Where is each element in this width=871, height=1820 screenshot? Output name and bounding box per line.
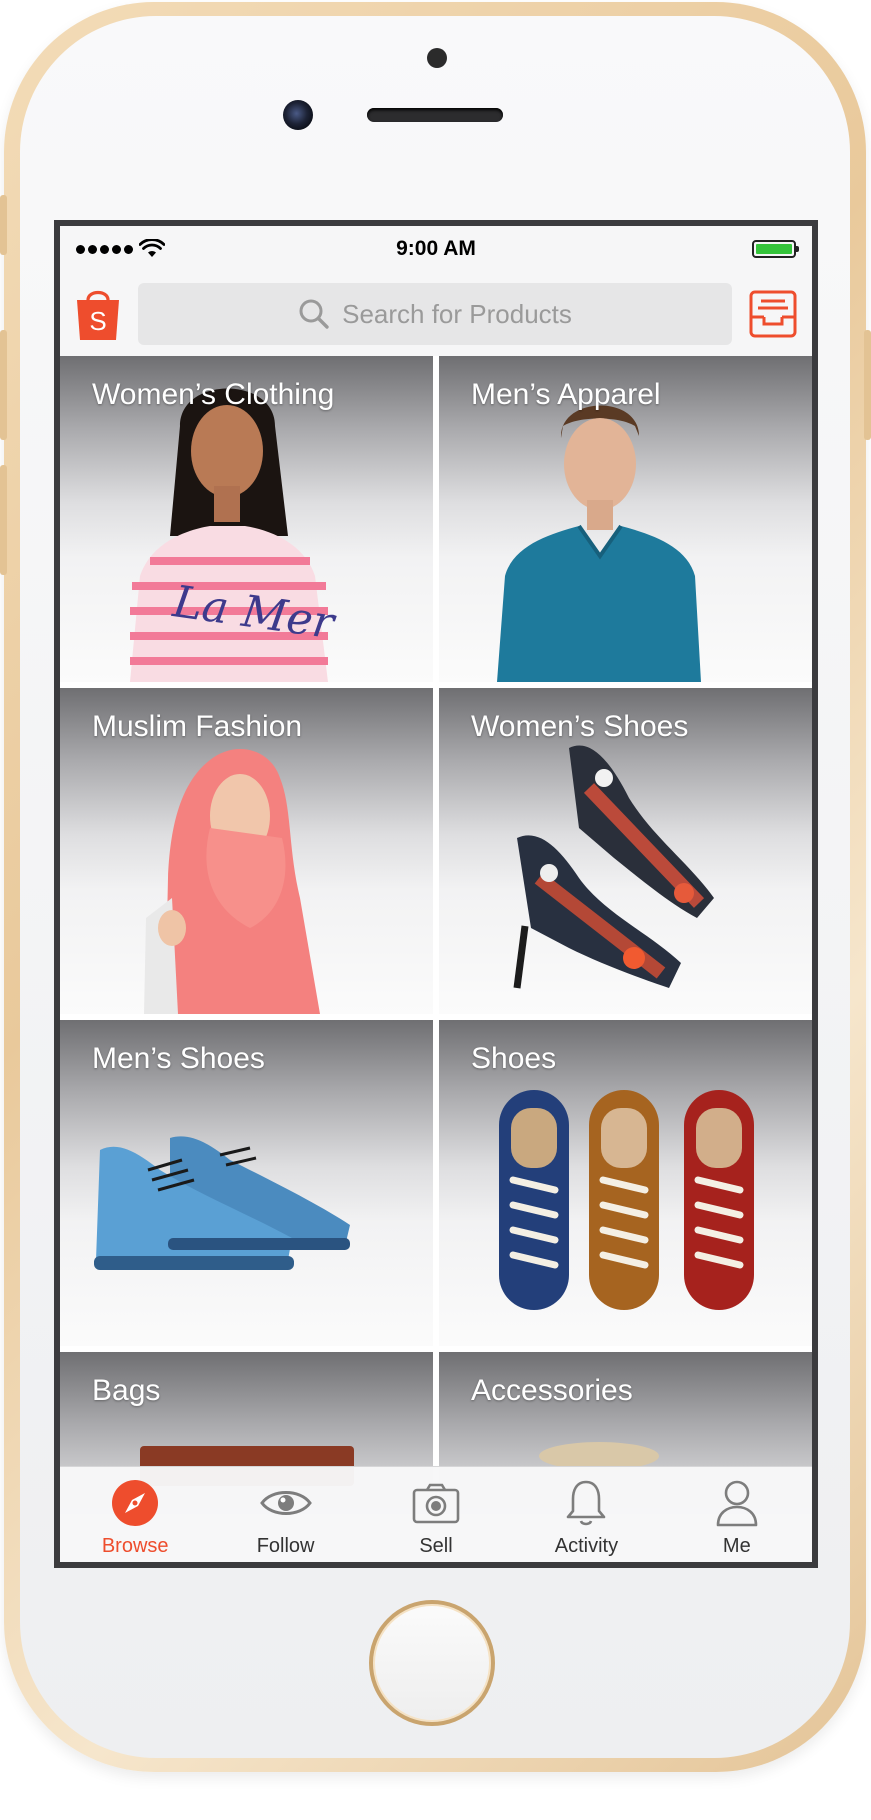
screen-bezel: 9:00 AM S Search for Products La Mer Wom…	[54, 220, 818, 1568]
logo-letter: S	[89, 306, 106, 336]
app-screen: 9:00 AM S Search for Products La Mer Wom…	[60, 226, 812, 1562]
tab-follow[interactable]: Follow	[210, 1467, 360, 1562]
battery-icon	[752, 240, 799, 258]
tile-label: Muslim Fashion	[92, 710, 303, 743]
header-bar: S Search for Products	[60, 272, 812, 356]
tab-me[interactable]: Me	[662, 1467, 812, 1562]
earpiece-speaker	[367, 108, 503, 122]
category-tile-womens-shoes[interactable]: Women’s Shoes	[439, 688, 812, 1014]
home-button[interactable]	[369, 1600, 495, 1726]
tab-browse[interactable]: Browse	[60, 1467, 210, 1562]
tile-label: Men’s Apparel	[471, 378, 661, 411]
tab-label: Activity	[554, 1535, 619, 1557]
category-tile-mens-shoes[interactable]: Men’s Shoes	[60, 1020, 433, 1346]
tile-label: Bags	[92, 1374, 161, 1407]
eye-icon	[259, 1491, 312, 1515]
front-camera	[283, 100, 313, 130]
compass-icon	[112, 1480, 159, 1526]
wifi-icon	[139, 239, 165, 257]
mute-switch	[0, 195, 7, 255]
tab-label: Sell	[419, 1535, 453, 1557]
search-input[interactable]: Search for Products	[138, 283, 732, 345]
tab-bar: Browse Follow Sell Activity Me	[60, 1466, 812, 1562]
search-icon	[299, 299, 329, 329]
power-button	[864, 330, 871, 440]
category-tile-muslim-fashion[interactable]: Muslim Fashion	[60, 688, 433, 1014]
category-tile-mens-apparel[interactable]: Men’s Apparel	[439, 356, 812, 682]
bell-icon	[567, 1480, 606, 1526]
status-time: 9:00 AM	[396, 237, 476, 260]
shopee-bag-icon[interactable]: S	[74, 286, 122, 342]
volume-down-button	[0, 465, 7, 575]
camera-icon	[412, 1483, 460, 1524]
volume-up-button	[0, 330, 7, 440]
signal-strength-icon	[76, 244, 133, 254]
category-tile-shoes[interactable]: Shoes	[439, 1020, 812, 1346]
tile-label: Women’s Shoes	[471, 710, 689, 743]
person-icon	[716, 1480, 758, 1527]
tab-label: Follow	[256, 1535, 315, 1557]
tab-label: Browse	[101, 1535, 169, 1557]
status-bar: 9:00 AM	[60, 226, 812, 272]
tile-label: Women’s Clothing	[92, 378, 335, 411]
tile-label: Men’s Shoes	[92, 1042, 265, 1075]
tab-activity[interactable]: Activity	[511, 1467, 661, 1562]
tile-label: Shoes	[471, 1042, 557, 1075]
tab-label: Me	[722, 1535, 751, 1557]
inbox-tray-icon[interactable]	[748, 289, 798, 339]
category-tile-womens-clothing[interactable]: La Mer Women’s Clothing	[60, 356, 433, 682]
tab-sell[interactable]: Sell	[361, 1467, 511, 1562]
proximity-sensor	[427, 48, 447, 68]
category-grid: La Mer Women’s Clothing Men’s Apparel Mu…	[60, 356, 812, 1562]
search-placeholder: Search for Products	[342, 298, 572, 329]
tile-label: Accessories	[471, 1374, 633, 1407]
